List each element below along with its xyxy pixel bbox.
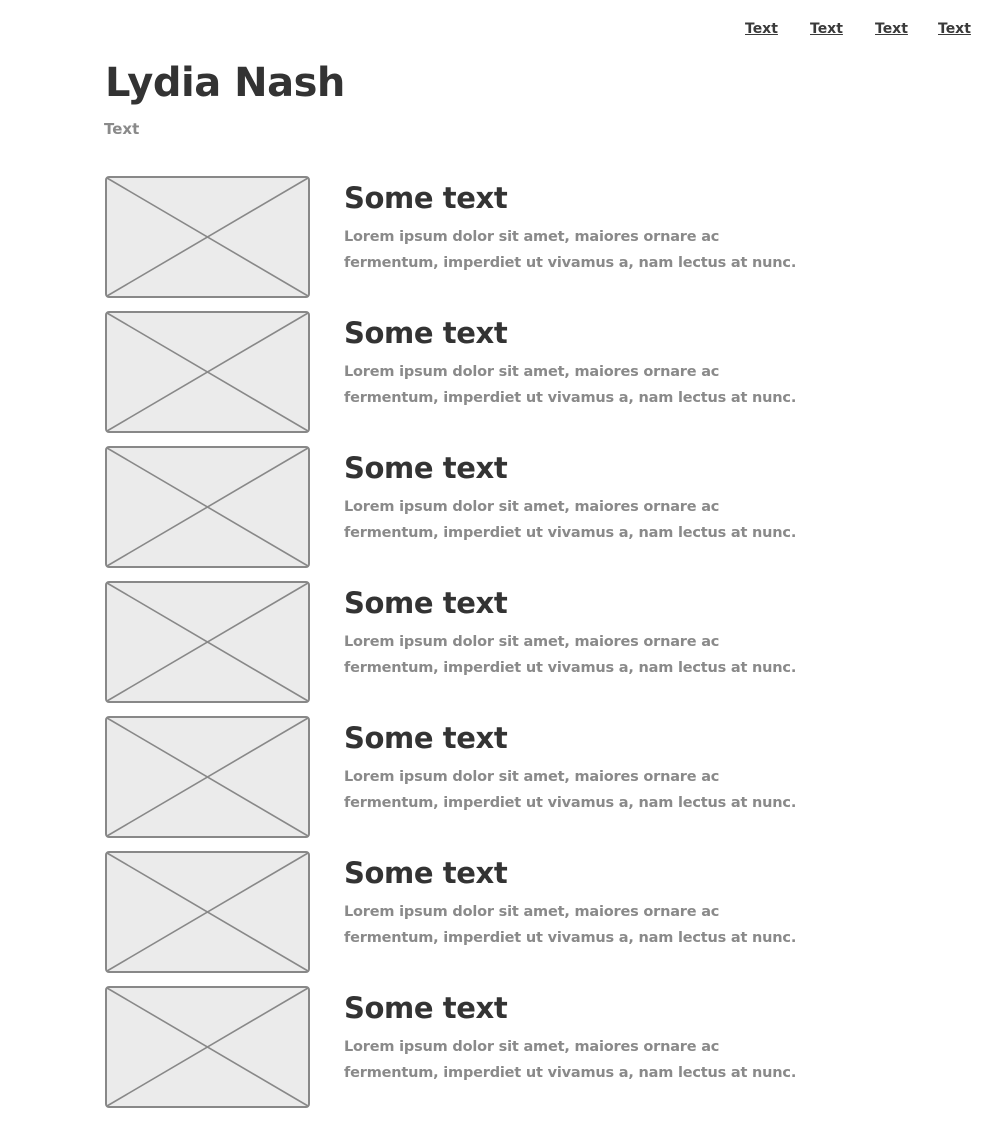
item-title: Some text — [344, 991, 508, 1025]
image-placeholder-icon — [105, 311, 310, 433]
item-description: Lorem ipsum dolor sit amet, maiores orna… — [344, 634, 797, 676]
list-item: Some text Lorem ipsum dolor sit amet, ma… — [0, 851, 988, 986]
list-item: Some text Lorem ipsum dolor sit amet, ma… — [0, 716, 988, 851]
nav-link-1[interactable]: Text — [745, 20, 778, 38]
list-item: Some text Lorem ipsum dolor sit amet, ma… — [0, 581, 988, 716]
list-item: Some text Lorem ipsum dolor sit amet, ma… — [0, 311, 988, 446]
item-description: Lorem ipsum dolor sit amet, maiores orna… — [344, 229, 797, 271]
item-title: Some text — [344, 586, 508, 620]
list-item: Some text Lorem ipsum dolor sit amet, ma… — [0, 176, 988, 311]
nav-link-4[interactable]: Text — [938, 20, 971, 38]
item-title: Some text — [344, 316, 508, 350]
item-title: Some text — [344, 451, 508, 485]
top-nav: Text Text Text Text — [0, 20, 988, 40]
item-title: Some text — [344, 721, 508, 755]
image-placeholder-icon — [105, 446, 310, 568]
nav-link-3[interactable]: Text — [875, 20, 908, 38]
page-subtitle: Text — [104, 120, 140, 138]
nav-link-2[interactable]: Text — [810, 20, 843, 38]
item-description: Lorem ipsum dolor sit amet, maiores orna… — [344, 499, 797, 541]
page-title: Lydia Nash — [105, 60, 345, 106]
image-placeholder-icon — [105, 581, 310, 703]
list-item: Some text Lorem ipsum dolor sit amet, ma… — [0, 986, 988, 1121]
item-description: Lorem ipsum dolor sit amet, maiores orna… — [344, 364, 797, 406]
item-title: Some text — [344, 856, 508, 890]
item-title: Some text — [344, 181, 508, 215]
image-placeholder-icon — [105, 716, 310, 838]
image-placeholder-icon — [105, 851, 310, 973]
item-description: Lorem ipsum dolor sit amet, maiores orna… — [344, 1039, 797, 1081]
image-placeholder-icon — [105, 176, 310, 298]
image-placeholder-icon — [105, 986, 310, 1108]
item-description: Lorem ipsum dolor sit amet, maiores orna… — [344, 904, 797, 946]
item-description: Lorem ipsum dolor sit amet, maiores orna… — [344, 769, 797, 811]
list-item: Some text Lorem ipsum dolor sit amet, ma… — [0, 446, 988, 581]
